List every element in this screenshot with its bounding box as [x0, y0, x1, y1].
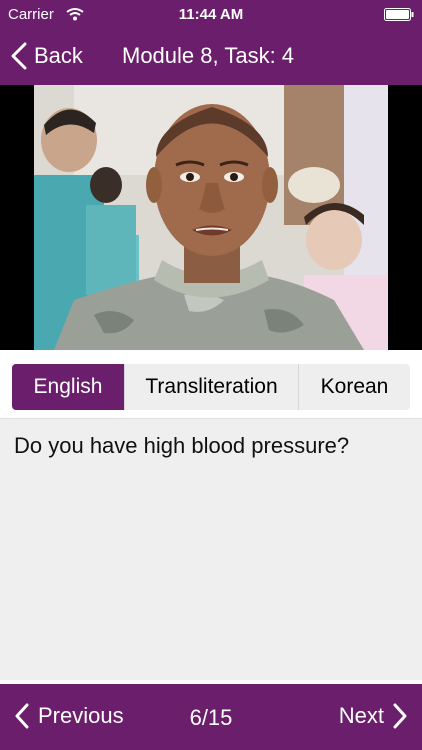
top-bar: Carrier 11:44 AM Back Module 8, Task: 4 — [0, 0, 422, 85]
back-label: Back — [34, 43, 83, 68]
page-title: Module 8, Task: 4 — [122, 43, 295, 68]
segment-transliteration[interactable]: Transliteration — [124, 364, 298, 410]
avatar-video-frame — [34, 85, 388, 350]
next-button[interactable]: Next — [339, 703, 408, 729]
phrase-text: Do you have high blood pressure? — [14, 433, 350, 458]
chevron-left-icon — [11, 42, 27, 70]
next-label: Next — [338, 703, 384, 728]
back-button[interactable]: Back — [10, 40, 83, 72]
app-screen: Carrier 11:44 AM Back Module 8, Task: 4 … — [0, 0, 422, 750]
bottom-navigation-bar: Previous 6/15 Next — [0, 684, 422, 750]
segment-english[interactable]: English — [12, 364, 124, 410]
battery-icon — [384, 8, 414, 21]
language-segmented-control: English Transliteration Korean — [12, 364, 410, 410]
chevron-right-icon — [393, 703, 407, 729]
status-bar: Carrier 11:44 AM — [0, 0, 422, 30]
segment-korean[interactable]: Korean — [298, 364, 410, 410]
status-time: 11:44 AM — [178, 6, 244, 23]
phrase-card: Do you have high blood pressure? — [0, 418, 422, 680]
avatar-video[interactable] — [0, 85, 422, 350]
